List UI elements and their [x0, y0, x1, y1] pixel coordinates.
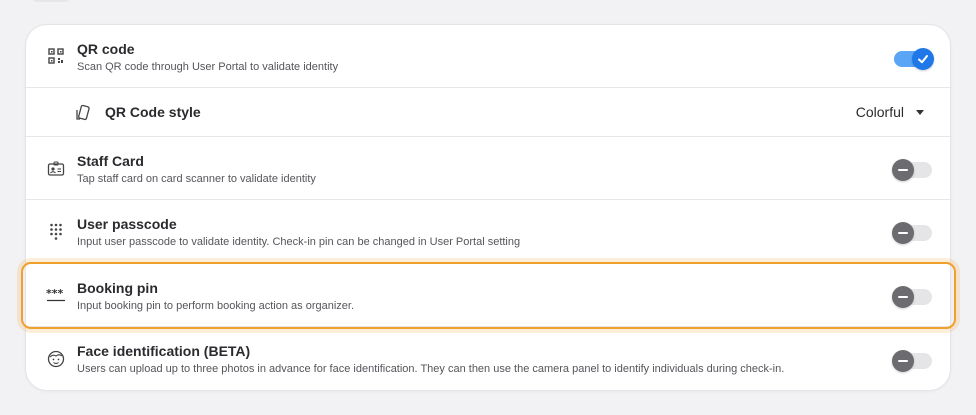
svg-text:***: ***	[46, 288, 64, 300]
toggle-knob	[892, 222, 914, 244]
validation-options-card: QR code Scan QR code through User Portal…	[25, 24, 951, 391]
user-passcode-toggle[interactable]	[892, 222, 932, 244]
password-dots-icon: ***	[46, 285, 66, 305]
option-title: QR code	[77, 41, 135, 57]
qr-code-style-value: Colorful	[855, 104, 904, 120]
option-row-user-passcode: User passcode Input user passcode to val…	[26, 200, 950, 263]
option-title: Booking pin	[77, 280, 158, 296]
option-description: Scan QR code through User Portal to vali…	[77, 61, 339, 73]
toggle-knob	[912, 48, 934, 70]
option-row-staff-card: Staff Card Tap staff card on card scanne…	[26, 137, 950, 200]
qr-code-style-select[interactable]: Colorful	[856, 104, 924, 120]
qr-style-icon	[74, 104, 94, 124]
qr-code-style-row: QR Code style Colorful	[26, 88, 950, 137]
staff-card-toggle[interactable]	[892, 159, 932, 181]
top-partial-button	[30, 0, 72, 2]
option-title: User passcode	[77, 216, 177, 232]
qr-code-icon	[46, 46, 66, 66]
checkmark-icon	[918, 55, 928, 64]
option-row-qr-code: QR code Scan QR code through User Portal…	[26, 25, 950, 88]
option-title: Staff Card	[77, 153, 144, 169]
face-icon	[46, 349, 66, 369]
option-description: Input user passcode to validate identity…	[77, 236, 521, 248]
option-description: Tap staff card on card scanner to valida…	[77, 173, 316, 185]
option-description: Input booking pin to perform booking act…	[77, 300, 355, 312]
toggle-knob	[892, 159, 914, 181]
toggle-knob	[892, 286, 914, 308]
booking-pin-toggle[interactable]	[892, 286, 932, 308]
face-identification-toggle[interactable]	[892, 350, 932, 372]
qr-code-style-label: QR Code style	[105, 104, 201, 120]
chevron-down-icon	[916, 109, 924, 115]
option-description: Users can upload up to three photos in a…	[77, 363, 785, 375]
id-card-icon	[46, 159, 66, 179]
qr-code-toggle[interactable]	[894, 48, 934, 70]
toggle-knob	[892, 350, 914, 372]
option-row-face-identification: Face identification (BETA) Users can upl…	[26, 327, 950, 391]
option-title: Face identification (BETA)	[77, 343, 251, 359]
option-row-booking-pin: *** Booking pin Input booking pin to per…	[26, 263, 950, 327]
keypad-icon	[46, 222, 66, 242]
